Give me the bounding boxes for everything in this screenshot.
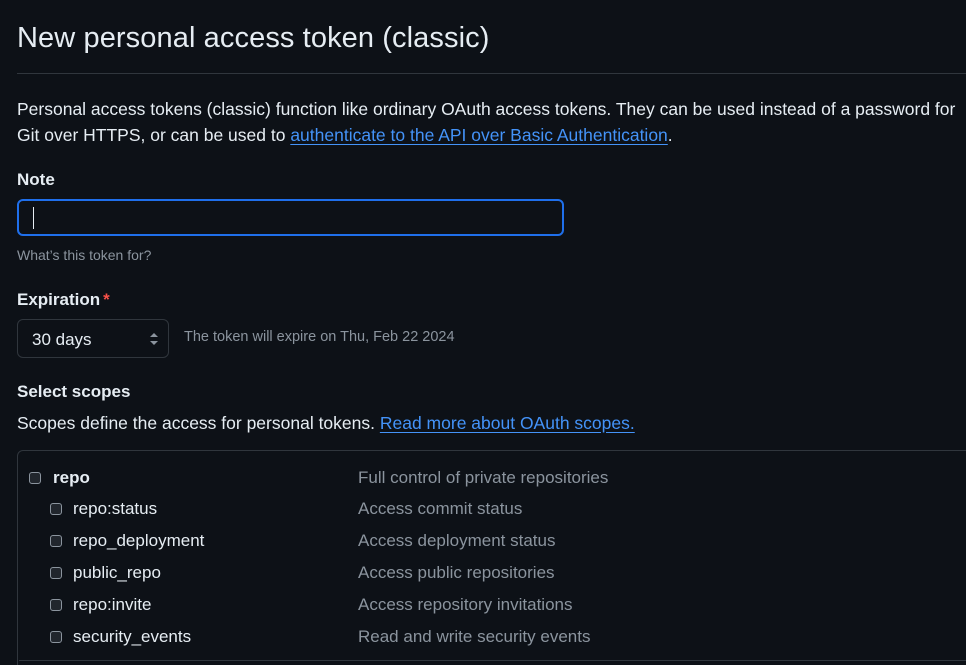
scope-row-repo-status: repo:status Access commit status	[18, 495, 958, 525]
scope-description: Read and write security events	[358, 627, 591, 646]
scopes-divider	[19, 660, 966, 661]
scope-description: Full control of private repositories	[358, 468, 609, 487]
expiration-label: Expiration *	[17, 290, 110, 310]
select-scopes-heading: Select scopes	[17, 382, 131, 401]
scopes-table: repo Full control of private repositorie…	[17, 450, 966, 665]
intro-text-end: .	[667, 125, 673, 145]
note-hint: What’s this token for?	[17, 247, 152, 263]
scope-name: security_events	[73, 627, 192, 646]
expiration-select[interactable]: 30 days	[17, 319, 169, 358]
scope-name: repo	[53, 468, 90, 487]
scopes-description: Scopes define the access for personal to…	[17, 413, 635, 434]
scope-name: repo:invite	[73, 595, 152, 614]
intro-paragraph: Personal access tokens (classic) functio…	[17, 96, 966, 148]
required-mark: *	[103, 290, 110, 309]
scope-checkbox-repo-deployment[interactable]	[50, 535, 62, 547]
expiration-label-text: Expiration	[17, 290, 101, 309]
scope-name: repo_deployment	[73, 531, 205, 550]
scope-row-repo-invite: repo:invite Access repository invitation…	[18, 591, 958, 621]
title-divider	[17, 73, 966, 74]
scopes-description-text: Scopes define the access for personal to…	[17, 413, 380, 433]
page-title: New personal access token (classic)	[17, 22, 490, 54]
basic-auth-link[interactable]: authenticate to the API over Basic Authe…	[290, 125, 667, 145]
scope-row-repo-deployment: repo_deployment Access deployment status	[18, 527, 958, 557]
scope-row-public-repo: public_repo Access public repositories	[18, 559, 958, 589]
scope-checkbox-security-events[interactable]	[50, 631, 62, 643]
scope-row-security-events: security_events Read and write security …	[18, 623, 958, 653]
new-token-page: New personal access token (classic) Pers…	[0, 0, 966, 665]
scope-checkbox-repo-invite[interactable]	[50, 599, 62, 611]
note-input[interactable]	[17, 199, 564, 236]
scope-row-repo: repo Full control of private repositorie…	[18, 464, 958, 494]
expiration-date-note: The token will expire on Thu, Feb 22 202…	[184, 329, 455, 345]
note-label: Note	[17, 170, 55, 189]
oauth-scopes-link[interactable]: Read more about OAuth scopes.	[380, 413, 635, 433]
scope-checkbox-repo-status[interactable]	[50, 503, 62, 515]
text-caret	[33, 207, 34, 229]
select-arrows-icon	[150, 333, 158, 345]
scope-name: repo:status	[73, 499, 158, 518]
scope-description: Access commit status	[358, 499, 523, 518]
scope-description: Access repository invitations	[358, 595, 573, 614]
expiration-selected-value: 30 days	[32, 330, 92, 349]
scope-description: Access deployment status	[358, 531, 556, 550]
scope-name: public_repo	[73, 563, 161, 582]
scope-checkbox-public-repo[interactable]	[50, 567, 62, 579]
scope-description: Access public repositories	[358, 563, 555, 582]
scope-checkbox-repo[interactable]	[29, 472, 41, 484]
